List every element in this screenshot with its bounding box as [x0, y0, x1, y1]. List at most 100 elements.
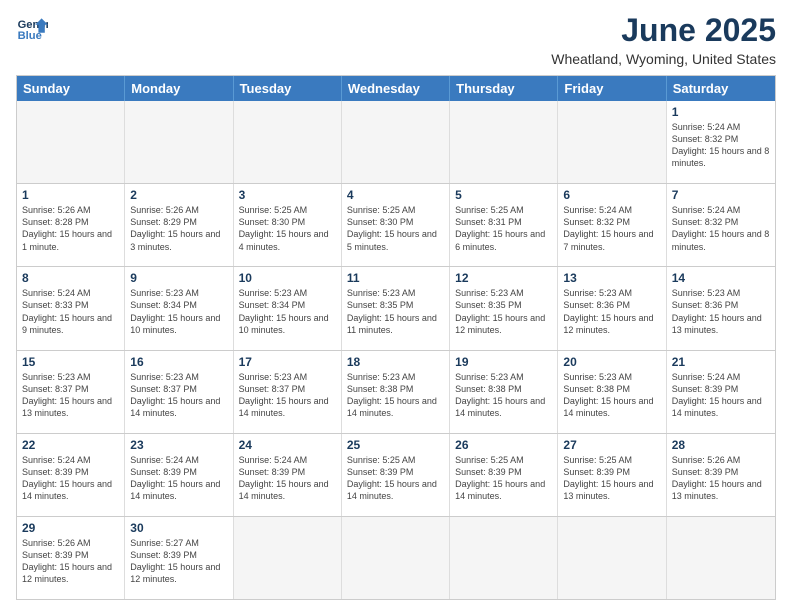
- cal-cell: 6 Sunrise: 5:24 AMSunset: 8:32 PMDaylight…: [558, 184, 666, 266]
- cell-text: Sunrise: 5:23 AMSunset: 8:34 PMDaylight:…: [239, 288, 329, 334]
- day-number: 5: [455, 188, 552, 202]
- svg-text:Blue: Blue: [18, 30, 42, 42]
- day-number: 13: [563, 271, 660, 285]
- cal-cell: 30 Sunrise: 5:27 AMSunset: 8:39 PMDayligh…: [125, 517, 233, 599]
- day-number: 18: [347, 355, 444, 369]
- main-title: June 2025: [551, 12, 776, 49]
- calendar: Sunday Monday Tuesday Wednesday Thursday…: [16, 75, 776, 600]
- day-number: 2: [130, 188, 227, 202]
- cal-cell: 29Sunrise: 5:26 AMSunset: 8:39 PMDayligh…: [17, 517, 125, 599]
- logo: General Blue: [16, 12, 48, 44]
- header: General Blue June 2025 Wheatland, Wyomin…: [16, 12, 776, 67]
- calendar-header: Sunday Monday Tuesday Wednesday Thursday…: [17, 76, 775, 101]
- day-number: 9: [130, 271, 227, 285]
- cal-cell: [234, 101, 342, 183]
- day-number: 27: [563, 438, 660, 452]
- cell-text: Sunrise: 5:26 AMSunset: 8:28 PMDaylight:…: [22, 205, 112, 251]
- cell-text: Sunrise: 5:23 AMSunset: 8:38 PMDaylight:…: [563, 372, 653, 418]
- cell-text: Sunrise: 5:24 AMSunset: 8:39 PMDaylight:…: [672, 372, 762, 418]
- day-number: 28: [672, 438, 770, 452]
- cal-cell: 9 Sunrise: 5:23 AMSunset: 8:34 PMDaylight…: [125, 267, 233, 349]
- cell-text: Sunrise: 5:24 AMSunset: 8:32 PMDaylight:…: [672, 205, 770, 251]
- cal-cell: 4Sunrise: 5:25 AMSunset: 8:30 PMDaylight…: [342, 184, 450, 266]
- cell-text: Sunrise: 5:23 AMSunset: 8:38 PMDaylight:…: [347, 372, 437, 418]
- day-number: 15: [22, 355, 119, 369]
- day-number: 25: [347, 438, 444, 452]
- day-number: 16: [130, 355, 227, 369]
- cell-text: Sunrise: 5:24 AMSunset: 8:39 PMDaylight:…: [130, 455, 220, 501]
- header-friday: Friday: [558, 76, 666, 101]
- cal-cell: [450, 101, 558, 183]
- day-number: 4: [347, 188, 444, 202]
- header-tuesday: Tuesday: [234, 76, 342, 101]
- header-sunday: Sunday: [17, 76, 125, 101]
- cell-text: Sunrise: 5:25 AMSunset: 8:39 PMDaylight:…: [563, 455, 653, 501]
- day-number: 12: [455, 271, 552, 285]
- day-number: 21: [672, 355, 770, 369]
- cell-text: Sunrise: 5:26 AMSunset: 8:39 PMDaylight:…: [672, 455, 762, 501]
- cal-cell: 16Sunrise: 5:23 AMSunset: 8:37 PMDayligh…: [125, 351, 233, 433]
- cell-text: Sunrise: 5:27 AMSunset: 8:39 PMDaylight:…: [130, 538, 220, 584]
- cal-cell: 25 Sunrise: 5:25 AMSunset: 8:39 PMDayligh…: [342, 434, 450, 516]
- cal-cell: 26 Sunrise: 5:25 AMSunset: 8:39 PMDayligh…: [450, 434, 558, 516]
- cell-text: Sunrise: 5:23 AMSunset: 8:37 PMDaylight:…: [239, 372, 329, 418]
- day-number: 23: [130, 438, 227, 452]
- week-row-1: 1Sunrise: 5:26 AMSunset: 8:28 PMDaylight…: [17, 183, 775, 266]
- cell-text: Sunrise: 5:23 AMSunset: 8:35 PMDaylight:…: [455, 288, 545, 334]
- cal-cell: 12 Sunrise: 5:23 AMSunset: 8:35 PMDayligh…: [450, 267, 558, 349]
- cal-cell: [558, 101, 666, 183]
- page: General Blue June 2025 Wheatland, Wyomin…: [0, 0, 792, 612]
- cell-text: Sunrise: 5:24 AMSunset: 8:39 PMDaylight:…: [239, 455, 329, 501]
- cell-text: Sunrise: 5:23 AMSunset: 8:34 PMDaylight:…: [130, 288, 220, 334]
- cal-cell: 15Sunrise: 5:23 AMSunset: 8:37 PMDayligh…: [17, 351, 125, 433]
- cal-cell: 20Sunrise: 5:23 AMSunset: 8:38 PMDayligh…: [558, 351, 666, 433]
- cell-text: Sunrise: 5:23 AMSunset: 8:35 PMDaylight:…: [347, 288, 437, 334]
- cal-cell: [17, 101, 125, 183]
- cell-text: Sunrise: 5:23 AMSunset: 8:38 PMDaylight:…: [455, 372, 545, 418]
- week-row-0: 1 Sunrise: 5:24 AMSunset: 8:32 PMDaylight…: [17, 101, 775, 183]
- header-wednesday: Wednesday: [342, 76, 450, 101]
- cell-text: Sunrise: 5:24 AMSunset: 8:39 PMDaylight:…: [22, 455, 112, 501]
- cell-text: Sunrise: 5:24 AMSunset: 8:32 PMDaylight:…: [563, 205, 653, 251]
- day-number: 6: [563, 188, 660, 202]
- week-row-2: 8Sunrise: 5:24 AMSunset: 8:33 PMDaylight…: [17, 266, 775, 349]
- day-number: 14: [672, 271, 770, 285]
- cal-cell: 5 Sunrise: 5:25 AMSunset: 8:31 PMDaylight…: [450, 184, 558, 266]
- cell-text: Sunrise: 5:24 AMSunset: 8:32 PMDaylight:…: [672, 122, 770, 168]
- cal-cell: 3 Sunrise: 5:25 AMSunset: 8:30 PMDaylight…: [234, 184, 342, 266]
- cal-cell: 28 Sunrise: 5:26 AMSunset: 8:39 PMDayligh…: [667, 434, 775, 516]
- day-number: 7: [672, 188, 770, 202]
- cal-cell: 14Sunrise: 5:23 AMSunset: 8:36 PMDayligh…: [667, 267, 775, 349]
- week-row-4: 22 Sunrise: 5:24 AMSunset: 8:39 PMDayligh…: [17, 433, 775, 516]
- cell-text: Sunrise: 5:25 AMSunset: 8:31 PMDaylight:…: [455, 205, 545, 251]
- logo-icon: General Blue: [16, 12, 48, 44]
- cell-text: Sunrise: 5:26 AMSunset: 8:29 PMDaylight:…: [130, 205, 220, 251]
- cal-cell: 23 Sunrise: 5:24 AMSunset: 8:39 PMDayligh…: [125, 434, 233, 516]
- cal-cell: [450, 517, 558, 599]
- header-monday: Monday: [125, 76, 233, 101]
- cal-cell: 17 Sunrise: 5:23 AMSunset: 8:37 PMDayligh…: [234, 351, 342, 433]
- day-number: 30: [130, 521, 227, 535]
- cell-text: Sunrise: 5:25 AMSunset: 8:39 PMDaylight:…: [347, 455, 437, 501]
- cal-cell: 8Sunrise: 5:24 AMSunset: 8:33 PMDaylight…: [17, 267, 125, 349]
- cal-cell: 2 Sunrise: 5:26 AMSunset: 8:29 PMDaylight…: [125, 184, 233, 266]
- cal-cell: [667, 517, 775, 599]
- day-number: 3: [239, 188, 336, 202]
- day-number: 1: [672, 105, 770, 119]
- cal-cell: 7 Sunrise: 5:24 AMSunset: 8:32 PMDaylight…: [667, 184, 775, 266]
- cell-text: Sunrise: 5:25 AMSunset: 8:39 PMDaylight:…: [455, 455, 545, 501]
- cell-text: Sunrise: 5:26 AMSunset: 8:39 PMDaylight:…: [22, 538, 112, 584]
- day-number: 22: [22, 438, 119, 452]
- header-saturday: Saturday: [667, 76, 775, 101]
- day-number: 17: [239, 355, 336, 369]
- cal-cell: 18 Sunrise: 5:23 AMSunset: 8:38 PMDayligh…: [342, 351, 450, 433]
- calendar-body: 1 Sunrise: 5:24 AMSunset: 8:32 PMDaylight…: [17, 101, 775, 599]
- cell-text: Sunrise: 5:23 AMSunset: 8:36 PMDaylight:…: [563, 288, 653, 334]
- day-number: 26: [455, 438, 552, 452]
- header-thursday: Thursday: [450, 76, 558, 101]
- cell-text: Sunrise: 5:25 AMSunset: 8:30 PMDaylight:…: [239, 205, 329, 251]
- cal-cell: [234, 517, 342, 599]
- cal-cell: 11 Sunrise: 5:23 AMSunset: 8:35 PMDayligh…: [342, 267, 450, 349]
- week-row-5: 29Sunrise: 5:26 AMSunset: 8:39 PMDayligh…: [17, 516, 775, 599]
- day-number: 11: [347, 271, 444, 285]
